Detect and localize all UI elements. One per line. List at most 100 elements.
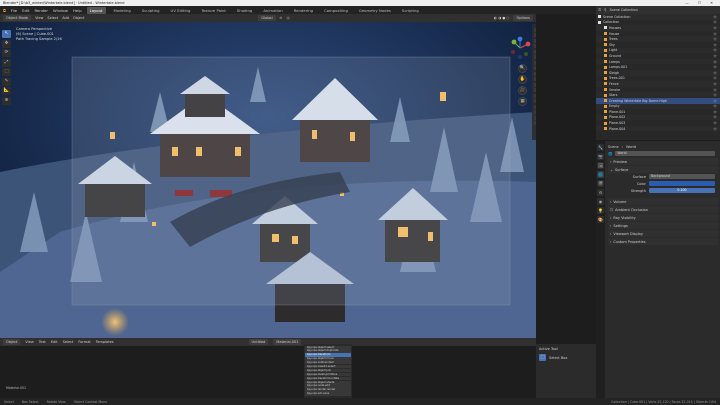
sidebar-n-panel[interactable] — [532, 24, 536, 140]
menu-render[interactable]: Render — [34, 8, 48, 13]
select-tool-icon[interactable]: ↖ — [2, 30, 11, 38]
ray-visibility-section[interactable]: › Ray Visibility — [608, 214, 718, 221]
panel-row[interactable] — [534, 49, 536, 54]
editor-type-menu[interactable]: Object — [3, 339, 21, 345]
panel-row[interactable] — [534, 104, 536, 109]
mode-selector[interactable]: Object Mode — [3, 15, 32, 21]
material-selector[interactable]: Material.001 — [273, 339, 302, 345]
options-dropdown[interactable]: Options — [513, 15, 533, 21]
visibility-eye-icon[interactable]: 👁 — [713, 104, 717, 108]
transform-tool-icon[interactable]: ⬚ — [2, 68, 11, 76]
visibility-eye-icon[interactable]: 👁 — [713, 48, 717, 52]
visibility-eye-icon[interactable]: 👁 — [713, 127, 717, 131]
transform-orientation-selector[interactable]: Global — [258, 15, 276, 21]
panel-row[interactable] — [534, 66, 536, 70]
workspace-tab-sculpting[interactable]: Sculpting — [139, 7, 163, 14]
ambient-occlusion-section[interactable]: ☐ Ambient Occlusion — [608, 206, 718, 213]
menu-view[interactable]: View — [25, 340, 33, 344]
select-box-icon[interactable]: ⬚ — [539, 354, 546, 361]
visibility-eye-icon[interactable]: 👁 — [713, 88, 717, 92]
surface-shader-field[interactable]: Background — [649, 174, 715, 179]
menu-edit[interactable]: Edit — [22, 8, 29, 13]
window-controls[interactable]: — ☐ ✕ — [685, 1, 717, 5]
visibility-eye-icon[interactable]: 👁 — [713, 121, 717, 125]
navigation-gizmo[interactable] — [508, 36, 532, 60]
panel-row[interactable] — [534, 93, 536, 98]
visibility-eye-icon[interactable]: 👁 — [713, 26, 717, 30]
visibility-eye-icon[interactable]: 👁 — [713, 60, 717, 64]
world-tab-icon[interactable]: 🌐 — [597, 171, 604, 178]
visibility-eye-icon[interactable]: 👁 — [713, 15, 717, 19]
outliner-filter-icon[interactable]: ⚲ — [604, 8, 606, 12]
panel-row[interactable] — [534, 60, 536, 65]
visibility-eye-icon[interactable]: 👁 — [713, 37, 717, 41]
menu-text[interactable]: Text — [39, 340, 46, 344]
text-file-selector[interactable]: Untitled — [248, 339, 269, 345]
settings-section[interactable]: › Settings — [608, 222, 718, 229]
operator-history-item[interactable]: bpy.ops.object.shade — [305, 380, 351, 384]
menu-select[interactable]: Select — [63, 340, 74, 344]
proportional-edit-icon[interactable]: ◎ — [286, 16, 289, 20]
checkbox-icon[interactable]: ☐ — [610, 208, 613, 212]
menu-help[interactable]: Help — [73, 8, 82, 13]
camera-view-icon[interactable]: 🎥 — [518, 86, 527, 95]
workspace-tab-geometry-nodes[interactable]: Geometry Nodes — [356, 7, 394, 14]
panel-row[interactable] — [534, 44, 536, 48]
operator-history-item[interactable]: bpy.ops.object.move — [305, 357, 351, 361]
visibility-eye-icon[interactable]: 👁 — [713, 110, 717, 114]
operator-history-item[interactable]: bpy.ops.wm.save — [305, 392, 351, 396]
menu-templates[interactable]: Templates — [96, 340, 114, 344]
surface-section[interactable]: ⌄ Surface — [608, 166, 718, 173]
operator-history-item[interactable]: bpy.ops.view3d.select — [305, 364, 351, 369]
operator-history-item[interactable]: bpy.ops.object.duplicate — [305, 349, 351, 353]
visibility-eye-icon[interactable]: 👁 — [713, 76, 717, 80]
panel-row[interactable] — [534, 99, 536, 103]
viewport-menu-select[interactable]: Select — [47, 16, 58, 20]
workspace-tab-texture-paint[interactable]: Texture Paint — [198, 7, 229, 14]
operator-history-item[interactable]: bpy.ops.mesh.primitive — [305, 372, 351, 377]
workspace-tab-rendering[interactable]: Rendering — [291, 7, 316, 14]
rotate-tool-icon[interactable]: ⟳ — [2, 49, 11, 57]
output-tab-icon[interactable]: 🖼 — [597, 162, 604, 169]
text-editor-area[interactable] — [0, 346, 536, 398]
visibility-eye-icon[interactable]: 👁 — [713, 115, 717, 119]
modifier-tab-icon[interactable]: ◉ — [597, 198, 604, 205]
workspace-tab-uv-editing[interactable]: UV Editing — [168, 7, 194, 14]
tool-tab-icon[interactable]: 🔧 — [597, 144, 604, 151]
world-datablock-field[interactable]: World — [615, 151, 715, 156]
menu-file[interactable]: File — [11, 8, 17, 13]
scale-tool-icon[interactable]: ⤢ — [2, 58, 11, 67]
preview-section[interactable]: › Preview — [608, 158, 718, 165]
operator-history-item[interactable]: bpy.ops.render.render — [305, 388, 351, 392]
material-tab-icon[interactable]: 🎨 — [597, 216, 604, 223]
visibility-eye-icon[interactable]: 👁 — [713, 93, 717, 97]
panel-row[interactable] — [534, 82, 536, 87]
visibility-eye-icon[interactable]: 👁 — [713, 82, 717, 86]
operator-history-item[interactable]: bpy.ops.transform — [305, 353, 351, 357]
operator-history-item[interactable]: bpy.ops.object.select — [305, 345, 351, 349]
viewport-menu-object[interactable]: Object — [73, 16, 84, 20]
visibility-eye-icon[interactable]: 👁 — [713, 54, 717, 58]
panel-row[interactable] — [534, 115, 536, 120]
object-tab-icon[interactable]: ⚙ — [597, 189, 604, 196]
operator-history-list[interactable]: bpy.ops.object.select bpy.ops.object.dupl… — [304, 344, 352, 398]
visibility-eye-icon[interactable]: 👁 — [713, 32, 717, 36]
panel-row[interactable] — [534, 33, 536, 37]
visibility-eye-icon[interactable]: 👁 — [713, 71, 717, 75]
measure-tool-icon[interactable]: 📐 — [2, 87, 11, 95]
workspace-tab-modeling[interactable]: Modeling — [111, 7, 134, 14]
custom-properties-section[interactable]: › Custom Properties — [608, 238, 718, 245]
visibility-eye-icon[interactable]: 👁 — [713, 20, 717, 24]
workspace-tab-animation[interactable]: Animation — [260, 7, 285, 14]
panel-row[interactable] — [534, 38, 536, 43]
panel-row[interactable] — [534, 110, 536, 114]
3d-viewport[interactable]: ↖ ✥ ⟳ ⤢ ⬚ ✎ 📐 ⊕ Camera Perspective (6) S… — [0, 22, 536, 338]
ortho-toggle-icon[interactable]: ▦ — [518, 97, 527, 106]
panel-row[interactable] — [534, 88, 536, 92]
blender-logo-icon[interactable]: ⧉ — [3, 8, 6, 13]
zoom-icon[interactable]: 🔍 — [518, 64, 527, 73]
viewport-shading-icons[interactable]: ◐ ◑ ● ○ — [494, 16, 510, 20]
visibility-eye-icon[interactable]: 👁 — [713, 65, 717, 69]
viewport-menu-view[interactable]: View — [35, 16, 43, 20]
panel-row[interactable] — [534, 71, 536, 76]
